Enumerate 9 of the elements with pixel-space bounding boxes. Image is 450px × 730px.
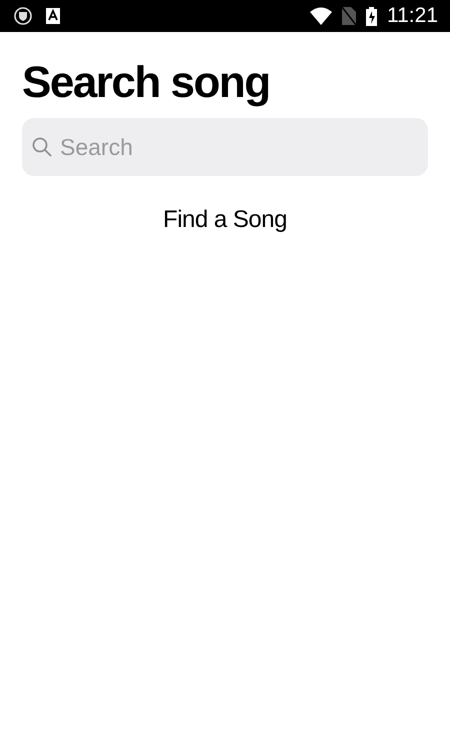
battery-icon <box>366 6 377 26</box>
page-title: Search song <box>22 57 271 109</box>
empty-message: Find a Song <box>162 206 288 234</box>
wifi-icon <box>310 7 332 25</box>
app-icon <box>46 8 60 24</box>
no-sim-icon <box>342 7 356 25</box>
shield-icon <box>14 7 32 25</box>
clock: 11:21 <box>387 4 438 28</box>
search-field[interactable]: Search <box>22 118 428 176</box>
